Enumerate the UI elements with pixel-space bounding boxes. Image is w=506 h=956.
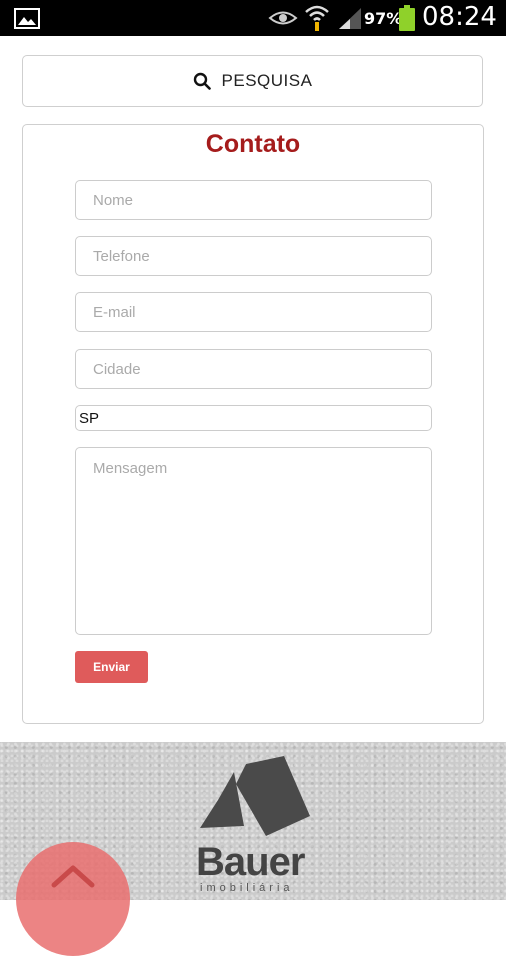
scroll-to-top-button[interactable] <box>16 842 130 956</box>
wifi-icon <box>305 5 329 31</box>
search-icon <box>193 72 211 90</box>
eye-icon <box>268 11 298 25</box>
brand-logo-icon <box>200 756 310 836</box>
signal-icon <box>339 8 361 29</box>
send-button[interactable]: Enviar <box>75 651 148 683</box>
search-button[interactable]: PESQUISA <box>22 55 483 107</box>
contact-title: Contato <box>205 130 301 158</box>
search-label: PESQUISA <box>221 71 313 90</box>
city-input[interactable] <box>75 349 432 389</box>
gallery-icon <box>14 8 40 29</box>
chevron-up-icon <box>51 865 95 888</box>
brand-name: Bauer <box>196 840 305 884</box>
battery-icon <box>399 5 415 31</box>
status-bar: 97% 08:24 <box>0 0 506 36</box>
email-input[interactable] <box>75 292 432 332</box>
brand-subtitle: imobiliária <box>200 882 294 894</box>
clock: 08:24 <box>422 2 497 32</box>
message-textarea[interactable] <box>75 447 432 635</box>
battery-percent: 97% <box>364 9 403 28</box>
state-input[interactable] <box>75 405 432 431</box>
phone-input[interactable] <box>75 236 432 276</box>
name-input[interactable] <box>75 180 432 220</box>
